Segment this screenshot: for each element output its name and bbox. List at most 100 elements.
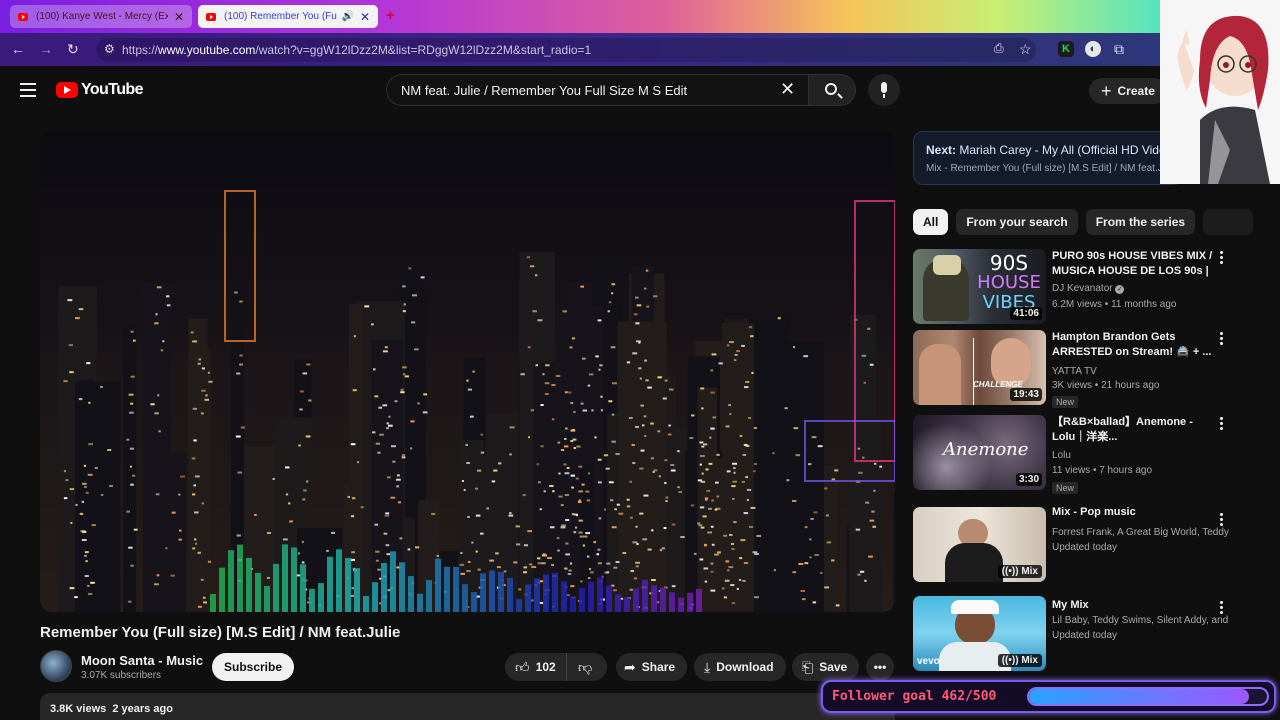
like-button[interactable]: 👍︎ 102 bbox=[505, 653, 567, 681]
rec-channel[interactable]: DJ Kevanator ✓ bbox=[1052, 283, 1230, 294]
extension-k-icon[interactable]: K bbox=[1058, 41, 1074, 57]
video-frame-city-skyline bbox=[40, 131, 895, 612]
tab-close-icon[interactable]: ✕ bbox=[360, 10, 370, 24]
more-vertical-icon[interactable] bbox=[1220, 332, 1224, 347]
follower-goal-label: Follower goal 462/500 bbox=[832, 689, 997, 704]
bookmark-star-icon[interactable]: ☆ bbox=[1019, 41, 1032, 58]
thumb-text: HOUSE bbox=[977, 272, 1041, 293]
site-settings-icon[interactable]: ⚙ bbox=[104, 42, 115, 56]
create-button[interactable]: + Create bbox=[1089, 78, 1167, 104]
forward-arrow-icon[interactable]: → bbox=[39, 41, 53, 57]
more-vertical-icon[interactable] bbox=[1220, 251, 1224, 266]
new-badge: New bbox=[1052, 396, 1079, 408]
filter-chips: All From your search From the series bbox=[913, 209, 1261, 235]
reload-icon[interactable]: ↻ bbox=[67, 41, 79, 58]
search-button[interactable] bbox=[808, 74, 856, 106]
vevo-logo: vevo bbox=[917, 656, 940, 667]
follower-goal-progress-track bbox=[1027, 687, 1269, 706]
chip-all[interactable]: All bbox=[913, 209, 949, 235]
streamer-avatar-overlay bbox=[1160, 0, 1280, 184]
chip-from-the-series[interactable]: From the series bbox=[1085, 209, 1196, 235]
download-label: Download bbox=[716, 660, 774, 674]
url-field[interactable]: https://www.youtube.com/watch?v=ggW12lDz… bbox=[96, 38, 1036, 62]
rec-title[interactable]: 【R&B×ballad】Anemone - Lolu｜洋楽... bbox=[1052, 415, 1216, 445]
browser-tab-1[interactable]: (100) Kanye West - Mercy (Explicit) ✕ bbox=[10, 5, 192, 28]
rec-title[interactable]: PURO 90s HOUSE VIBES MIX / MUSICA HOUSE … bbox=[1052, 249, 1216, 279]
video-duration: 3:30 bbox=[1015, 473, 1042, 486]
more-horizontal-icon: ••• bbox=[873, 660, 887, 674]
hamburger-menu-icon[interactable] bbox=[20, 83, 36, 97]
more-vertical-icon[interactable] bbox=[1220, 417, 1224, 432]
speaker-icon[interactable]: 🔊 bbox=[341, 11, 353, 22]
video-player[interactable] bbox=[40, 131, 895, 612]
more-vertical-icon[interactable] bbox=[1220, 601, 1224, 616]
mix-label: Mix bbox=[1021, 655, 1038, 666]
rec-channel[interactable]: Forrest Frank, A Great Big World, Teddy … bbox=[1052, 527, 1230, 538]
chip-from-your-search[interactable]: From your search bbox=[956, 209, 1078, 235]
video-thumbnail[interactable]: 90S HOUSE VIBES 41:06 bbox=[913, 249, 1046, 324]
dislike-button[interactable]: 👎︎ bbox=[567, 659, 598, 676]
more-vertical-icon[interactable] bbox=[1220, 513, 1224, 528]
mix-label: Mix bbox=[1021, 566, 1038, 577]
up-next-card[interactable]: Next: Mariah Carey - My All (Official HD… bbox=[913, 131, 1183, 185]
mix-badge: ((•)) Mix bbox=[997, 565, 1042, 578]
rec-title[interactable]: Hampton Brandon Gets ARRESTED on Stream!… bbox=[1052, 330, 1216, 360]
radio-icon: ((•)) bbox=[1001, 655, 1022, 666]
recommendation-item[interactable]: ((•)) Mix Mix - Pop music Forrest Frank,… bbox=[913, 505, 1233, 583]
new-badge: New bbox=[1052, 482, 1079, 494]
recommendation-item[interactable]: 90S HOUSE VIBES 41:06 PURO 90s HOUSE VIB… bbox=[913, 249, 1233, 327]
mix-badge: ((•)) Mix bbox=[997, 654, 1042, 667]
voice-search-button[interactable] bbox=[868, 74, 900, 106]
mix-thumbnail[interactable]: vevo ((•)) Mix bbox=[913, 596, 1046, 671]
save-button[interactable]: ⎗ Save bbox=[792, 653, 860, 681]
create-label: Create bbox=[1117, 84, 1155, 98]
extension-circle-icon[interactable]: ◐ bbox=[1085, 41, 1101, 57]
video-duration: 19:43 bbox=[1010, 388, 1042, 401]
recommendation-item[interactable]: vevo ((•)) Mix My Mix Lil Baby, Teddy Sw… bbox=[913, 594, 1233, 672]
anime-avatar-illustration bbox=[1160, 0, 1280, 184]
browser-tab-bar: (100) Kanye West - Mercy (Explicit) ✕ (1… bbox=[0, 0, 1280, 33]
bookmark-icon: ⎗ bbox=[802, 658, 814, 675]
rec-meta: Updated today bbox=[1052, 542, 1118, 553]
youtube-wordmark: YouTube bbox=[81, 81, 143, 98]
mix-thumbnail[interactable]: ((•)) Mix bbox=[913, 507, 1046, 582]
back-arrow-icon[interactable]: ← bbox=[11, 41, 25, 57]
share-button[interactable]: ➦ Share bbox=[616, 653, 688, 681]
channel-name[interactable]: Moon Santa - Music bbox=[81, 653, 203, 668]
video-thumbnail[interactable]: CHALLENGE 19:43 bbox=[913, 330, 1046, 405]
chip-next-arrow[interactable] bbox=[1203, 209, 1254, 235]
rec-meta: 11 views • 7 hours ago bbox=[1052, 465, 1153, 476]
extensions-puzzle-icon[interactable]: ⧉ bbox=[1114, 41, 1124, 58]
install-app-icon[interactable]: ⎙ bbox=[994, 41, 1004, 56]
download-button[interactable]: ⤓ Download bbox=[694, 653, 786, 681]
description-box[interactable]: 3.8K views 2 years ago bbox=[40, 693, 895, 720]
recommendation-item[interactable]: Anemone 3:30 【R&B×ballad】Anemone - Lolu｜… bbox=[913, 415, 1233, 494]
video-thumbnail[interactable]: Anemone 3:30 bbox=[913, 415, 1046, 490]
radio-icon: ((•)) bbox=[1001, 566, 1022, 577]
tab-close-icon[interactable]: ✕ bbox=[174, 10, 184, 24]
video-title: Remember You (Full size) [M.S Edit] / NM… bbox=[40, 624, 401, 641]
rec-channel[interactable]: YATTA TV bbox=[1052, 366, 1230, 377]
rec-channel[interactable]: Lolu bbox=[1052, 450, 1230, 461]
tab-title: (100) Kanye West - Mercy (Explicit) bbox=[36, 11, 168, 22]
search-clear-icon[interactable]: ✕ bbox=[780, 80, 795, 98]
verified-check-icon: ✓ bbox=[1115, 285, 1125, 294]
new-tab-button[interactable]: + bbox=[386, 7, 395, 24]
rec-title[interactable]: My Mix bbox=[1052, 598, 1216, 613]
youtube-favicon-icon bbox=[206, 12, 216, 21]
channel-avatar[interactable] bbox=[40, 650, 72, 682]
recommendation-item[interactable]: CHALLENGE 19:43 Hampton Brandon Gets ARR… bbox=[913, 330, 1233, 408]
tab-title: (100) Remember You (Full size) [M.S Edit… bbox=[224, 11, 337, 22]
browser-tab-2[interactable]: (100) Remember You (Full size) [M.S Edit… bbox=[198, 5, 378, 28]
save-label: Save bbox=[819, 660, 848, 674]
rec-title[interactable]: Mix - Pop music bbox=[1052, 505, 1216, 520]
search-input[interactable]: NM feat. Julie / Remember You Full Size … bbox=[386, 74, 810, 106]
follower-goal-progress-fill bbox=[1029, 689, 1249, 704]
rec-meta: 6.2M views • 11 months ago bbox=[1052, 299, 1177, 310]
subscriber-count: 3.07K subscribers bbox=[81, 670, 162, 681]
rec-channel[interactable]: Lil Baby, Teddy Swims, Silent Addy, and … bbox=[1052, 615, 1230, 626]
youtube-logo[interactable]: YouTube bbox=[56, 81, 143, 99]
subscribe-button[interactable]: Subscribe bbox=[212, 653, 295, 681]
more-actions-button[interactable]: ••• bbox=[866, 653, 894, 681]
youtube-header: YouTube NM feat. Julie / Remember You Fu… bbox=[0, 66, 1280, 116]
